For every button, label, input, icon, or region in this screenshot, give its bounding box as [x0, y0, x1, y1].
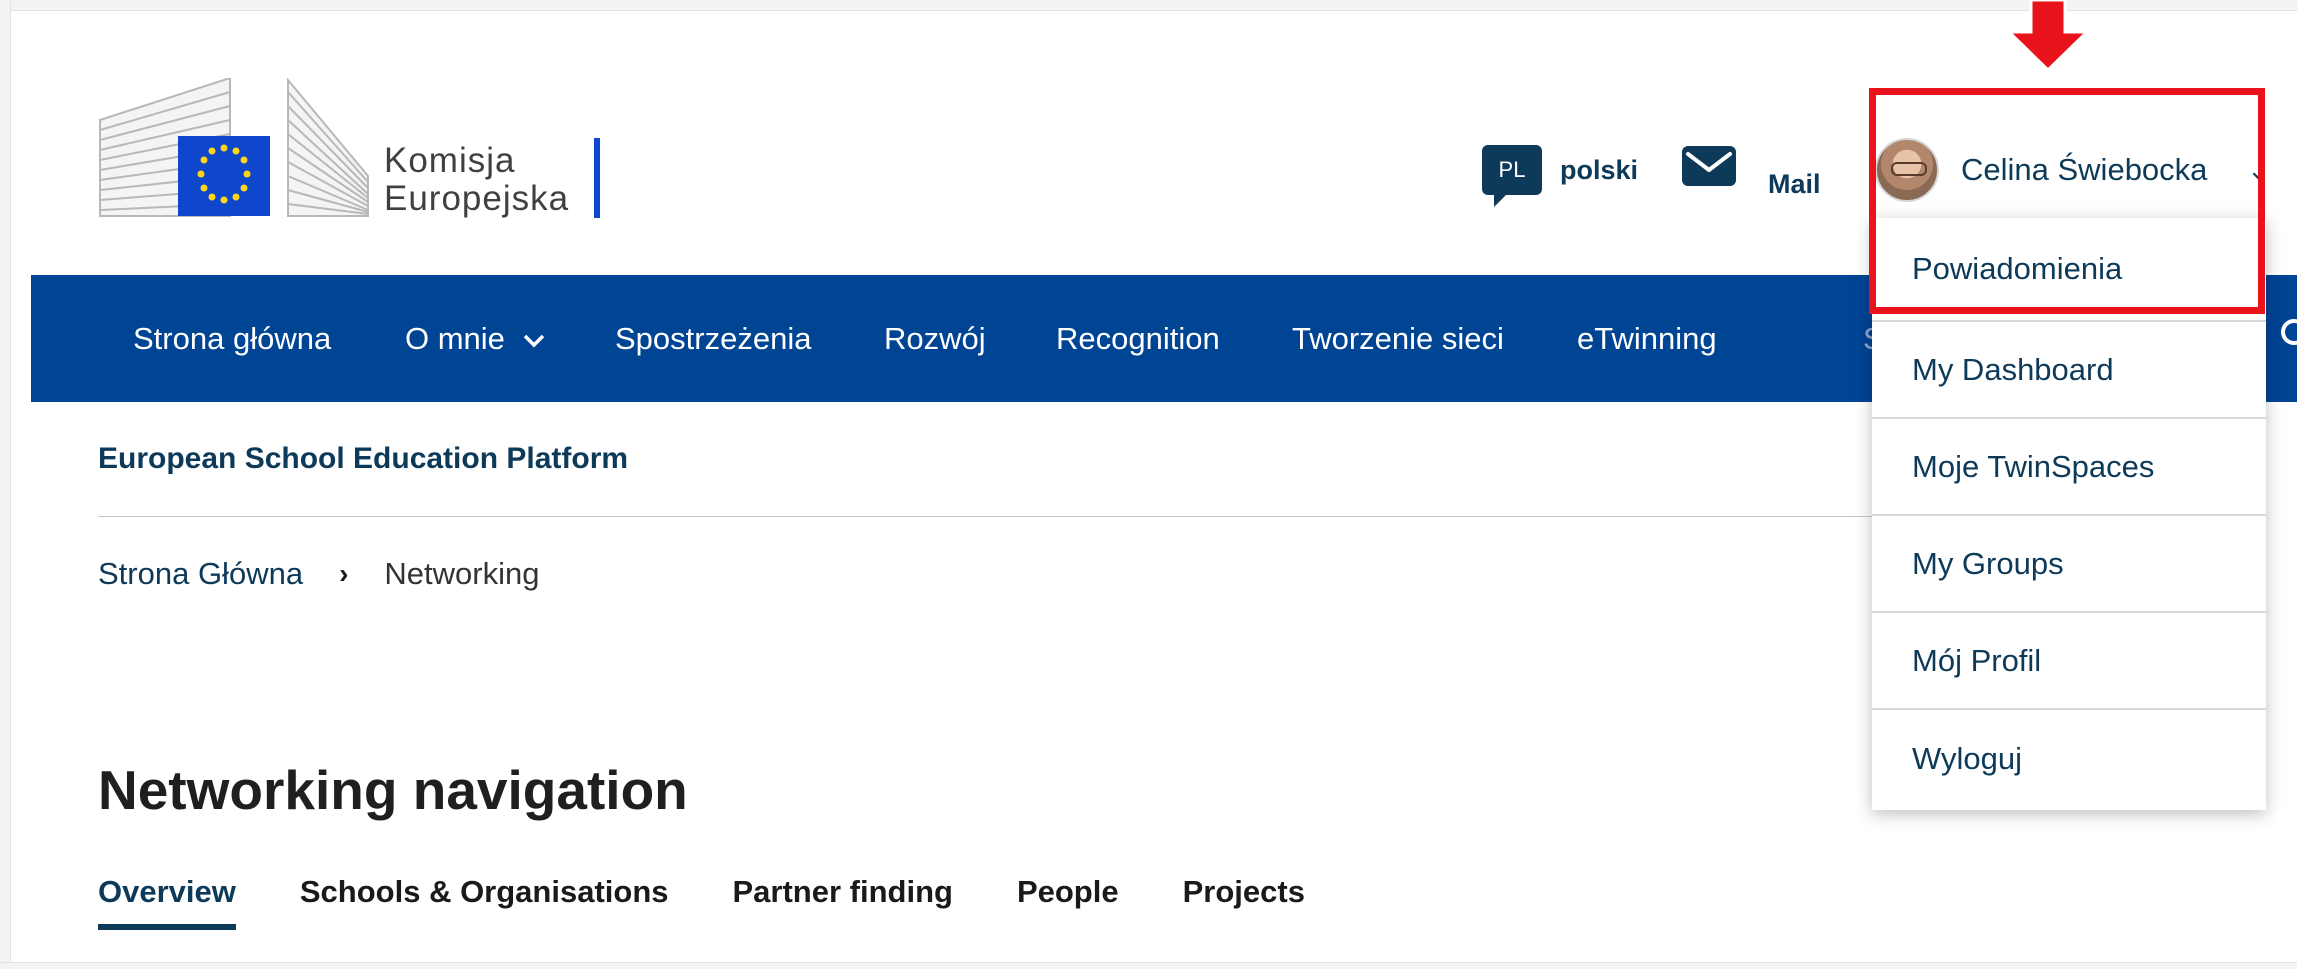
- tab-partner-finding[interactable]: Partner finding: [733, 874, 953, 930]
- language-label: polski: [1560, 154, 1639, 185]
- menu-item-dashboard[interactable]: My Dashboard: [1872, 322, 2266, 419]
- page-title: Networking navigation: [98, 759, 688, 821]
- site-title[interactable]: European School Education Platform: [98, 442, 628, 476]
- mail-label: Mail: [1768, 169, 1821, 199]
- search-icon[interactable]: [2280, 317, 2297, 357]
- menu-item-groups[interactable]: My Groups: [1872, 516, 2266, 613]
- logo-divider: [594, 138, 600, 218]
- user-dropdown-menu: Powiadomienia My Dashboard Moje TwinSpac…: [1872, 218, 2266, 810]
- ec-logo[interactable]: Komisja Europejska: [98, 76, 608, 223]
- logo-line-1: Komisja: [384, 141, 516, 180]
- window-frame-top: [0, 0, 2297, 11]
- mail-link[interactable]: Mail: [1682, 146, 1821, 199]
- nav-item-etwinning[interactable]: eTwinning: [1577, 275, 1717, 402]
- nav-item-about-label: O mnie: [405, 321, 505, 356]
- avatar: [1875, 138, 1939, 202]
- chevron-down-icon: [523, 334, 544, 348]
- nav-item-about[interactable]: O mnie: [405, 275, 546, 402]
- nav-item-development[interactable]: Rozwój: [884, 275, 986, 402]
- logo-text: Komisja Europejska: [384, 142, 569, 218]
- breadcrumb-home[interactable]: Strona Główna: [98, 556, 303, 592]
- language-bubble-icon: PL: [1482, 145, 1542, 207]
- nav-item-networking[interactable]: Tworzenie sieci: [1292, 275, 1504, 402]
- envelope-icon: [1682, 146, 1736, 186]
- menu-item-logout[interactable]: Wyloguj: [1872, 710, 2266, 807]
- menu-item-twinspaces[interactable]: Moje TwinSpaces: [1872, 419, 2266, 516]
- tab-projects[interactable]: Projects: [1183, 874, 1305, 930]
- nav-item-recognition[interactable]: Recognition: [1056, 275, 1220, 402]
- nav-item-home[interactable]: Strona główna: [133, 275, 331, 402]
- user-name: Celina Świebocka: [1961, 152, 2208, 187]
- tab-schools-organisations[interactable]: Schools & Organisations: [300, 874, 669, 930]
- menu-item-notifications[interactable]: Powiadomienia: [1872, 218, 2266, 322]
- breadcrumb-current: Networking: [384, 556, 540, 591]
- tab-overview[interactable]: Overview: [98, 874, 236, 930]
- chevron-right-icon: ›: [339, 558, 349, 589]
- logo-line-2: Europejska: [384, 179, 570, 218]
- divider: [98, 516, 1878, 517]
- breadcrumb: Strona Główna › Networking: [98, 556, 539, 592]
- user-menu-toggle[interactable]: Celina Świebocka ⌄: [1875, 138, 2269, 202]
- networking-tabs: Overview Schools & Organisations Partner…: [98, 874, 1305, 930]
- chevron-down-icon: ⌄: [2247, 154, 2270, 185]
- language-selector[interactable]: PL polski: [1482, 140, 1639, 207]
- red-arrow-annotation: [2005, 0, 2091, 72]
- menu-item-profile[interactable]: Mój Profil: [1872, 613, 2266, 710]
- ec-building-icon: [99, 76, 369, 217]
- language-code: PL: [1498, 157, 1526, 182]
- window-frame-left: [0, 0, 11, 968]
- nav-item-insights[interactable]: Spostrzeżenia: [615, 275, 811, 402]
- tab-people[interactable]: People: [1017, 874, 1119, 930]
